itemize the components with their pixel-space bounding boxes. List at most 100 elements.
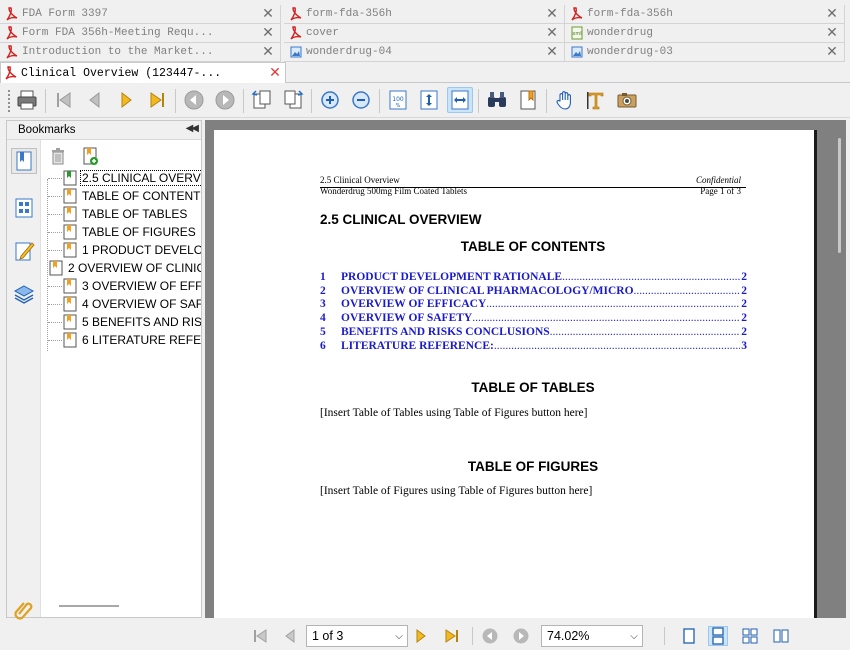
close-icon[interactable]: ✕ <box>262 45 274 59</box>
rotate-left-button[interactable] <box>249 87 275 113</box>
toc-entry[interactable]: 1 PRODUCT DEVELOPMENT RATIONALE..........… <box>320 271 747 284</box>
tab-form-fda-356h-meeting[interactable]: Form FDA 356h-Meeting Requ... ✕ <box>0 24 281 43</box>
close-icon[interactable]: ✕ <box>826 45 838 59</box>
thumbnails-tab-button[interactable] <box>11 195 37 221</box>
bookmark-item[interactable]: 4 OVERVIEW OF SAFETY <box>41 295 201 313</box>
tab-form-fda-356h-1[interactable]: form-fda-356h ✕ <box>284 5 565 24</box>
rotate-right-button[interactable] <box>280 87 306 113</box>
status-back-button[interactable] <box>480 626 500 646</box>
back-button[interactable] <box>181 87 207 113</box>
status-next-page-button[interactable] <box>411 626 431 646</box>
bookmark-item[interactable]: TABLE OF TABLES <box>41 205 201 223</box>
bookmarks-tab-button[interactable] <box>11 148 37 174</box>
close-icon[interactable]: ✕ <box>546 45 558 59</box>
close-icon[interactable]: ✕ <box>262 26 274 40</box>
toc-entry-text: LITERATURE REFERENCE: <box>341 339 494 352</box>
tab-cover[interactable]: cover ✕ <box>284 24 565 43</box>
first-page-button[interactable] <box>51 87 77 113</box>
close-icon[interactable]: ✕ <box>826 7 838 21</box>
status-first-page-button[interactable] <box>250 626 270 646</box>
toc-leader-dots: ........................................… <box>493 339 740 352</box>
forward-button[interactable] <box>212 87 238 113</box>
add-bookmark-icon[interactable] <box>81 147 99 165</box>
toc-entry[interactable]: 6 LITERATURE REFERENCE:..................… <box>320 340 747 353</box>
find-button[interactable] <box>484 87 510 113</box>
bookmark-item[interactable]: 1 PRODUCT DEVELOPMENT RATIONALE <box>41 241 201 259</box>
toc-leader-dots: ........................................… <box>486 298 740 311</box>
toc-entry[interactable]: 5 BENEFITS AND RISKS CONCLUSIONS.........… <box>320 326 747 339</box>
status-last-page-button[interactable] <box>442 626 462 646</box>
facing-view-button[interactable] <box>740 626 760 646</box>
close-icon[interactable]: ✕ <box>546 7 558 21</box>
bookmark-item[interactable]: 3 OVERVIEW OF EFFICACY <box>41 277 201 295</box>
bookmark-item[interactable]: 6 LITERATURE REFERENCE <box>41 331 201 349</box>
previous-page-button[interactable] <box>82 87 108 113</box>
tab-label: wonderdrug-04 <box>306 46 392 58</box>
next-page-button[interactable] <box>113 87 139 113</box>
tab-wonderdrug[interactable]: xml wonderdrug ✕ <box>565 24 845 43</box>
bookmark-item[interactable]: 2 OVERVIEW OF CLINICAL PHARMACOLOGY/MICR… <box>41 259 201 277</box>
tree-connector <box>48 285 62 287</box>
single-page-view-button[interactable] <box>679 626 699 646</box>
toolbar-separator <box>243 89 244 113</box>
collapse-panel-icon[interactable]: ◀◀ <box>186 123 199 134</box>
status-previous-page-button[interactable] <box>280 626 300 646</box>
document-view[interactable]: 2.5 Clinical Overview Wonderdrug 500mg F… <box>205 120 846 618</box>
status-forward-button[interactable] <box>511 626 531 646</box>
snapshot-icon <box>617 93 637 108</box>
layers-tab-button[interactable] <box>11 281 37 307</box>
scrollbar-thumb[interactable] <box>838 138 841 253</box>
toc-entry-text: OVERVIEW OF SAFETY <box>341 312 473 325</box>
snapshot-button[interactable] <box>614 87 640 113</box>
zoom-out-button[interactable] <box>348 87 374 113</box>
page-number-select[interactable]: 1 of 3 ⌵ <box>306 625 408 647</box>
toc-entry-number: 1 <box>320 271 326 283</box>
tab-label: Form FDA 356h-Meeting Requ... <box>22 27 214 39</box>
actual-size-button[interactable]: 100% <box>385 87 411 113</box>
toolbar-grip[interactable] <box>7 89 11 113</box>
continuous-facing-view-button[interactable] <box>771 626 791 646</box>
close-icon[interactable]: ✕ <box>262 7 274 21</box>
bookmark-button[interactable] <box>515 87 541 113</box>
toolbar-separator <box>175 89 176 113</box>
toc-entry-page: 2 <box>741 284 747 297</box>
hand-tool-button[interactable] <box>552 87 578 113</box>
forward-icon <box>215 90 235 110</box>
toc-entry[interactable]: 2 OVERVIEW OF CLINICAL PHARMACOLOGY/MICRO… <box>320 285 747 298</box>
zoom-select[interactable]: 74.02% ⌵ <box>541 625 643 647</box>
close-icon[interactable]: ✕ <box>546 26 558 40</box>
bookmark-label: 5 BENEFITS AND RISKS CONCLUSIONS <box>82 315 201 329</box>
attachments-tab-button[interactable] <box>13 598 35 622</box>
tab-introduction-to-market[interactable]: Introduction to the Market... ✕ <box>0 43 281 62</box>
horizontal-scrollbar[interactable] <box>59 605 119 607</box>
tab-clinical-overview[interactable]: Clinical Overview (123447-... ✕ <box>0 62 286 83</box>
bookmark-item[interactable]: 2.5 CLINICAL OVERVIEW <box>41 169 201 187</box>
last-page-button[interactable] <box>144 87 170 113</box>
bookmark-item[interactable]: TABLE OF FIGURES <box>41 223 201 241</box>
toc-entry[interactable]: 4 OVERVIEW OF SAFETY.....................… <box>320 312 747 325</box>
fit-page-icon <box>420 90 438 110</box>
tab-wonderdrug-03[interactable]: wonderdrug-03 ✕ <box>565 43 845 62</box>
facing-icon <box>742 628 758 644</box>
continuous-view-button[interactable] <box>708 626 728 646</box>
print-button[interactable] <box>14 87 40 113</box>
bookmark-page-icon <box>63 296 77 312</box>
tab-label: wonderdrug-03 <box>587 46 673 58</box>
tab-wonderdrug-04[interactable]: wonderdrug-04 ✕ <box>284 43 565 62</box>
close-icon[interactable]: ✕ <box>826 26 838 40</box>
annotations-tab-button[interactable] <box>11 238 37 264</box>
bookmark-item[interactable]: TABLE OF CONTENTS <box>41 187 201 205</box>
toc-entry[interactable]: 3 OVERVIEW OF EFFICACY...................… <box>320 298 747 311</box>
delete-bookmark-icon[interactable] <box>49 147 67 165</box>
fit-width-button[interactable] <box>447 87 473 113</box>
tab-fda-form-3397[interactable]: FDA Form 3397 ✕ <box>0 5 281 24</box>
close-icon[interactable]: ✕ <box>269 65 281 81</box>
text-select-button[interactable] <box>583 87 609 113</box>
toc-entry-number: 6 <box>320 339 326 352</box>
vertical-scrollbar[interactable] <box>829 120 846 618</box>
zoom-in-button[interactable] <box>317 87 343 113</box>
bookmark-item[interactable]: 5 BENEFITS AND RISKS CONCLUSIONS <box>41 313 201 331</box>
bookmark-label: 2.5 CLINICAL OVERVIEW <box>79 170 201 186</box>
tab-form-fda-356h-2[interactable]: form-fda-356h ✕ <box>565 5 845 24</box>
fit-page-button[interactable] <box>416 87 442 113</box>
